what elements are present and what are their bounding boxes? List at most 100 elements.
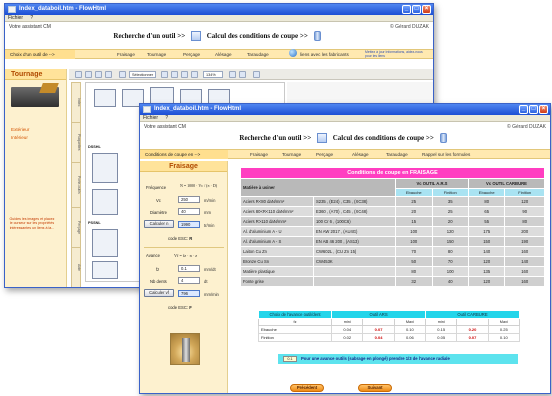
calculate-vf-button[interactable]: Calculer vf bbox=[144, 289, 174, 297]
page-icon[interactable] bbox=[239, 71, 246, 78]
code-label-1-text: code bbox=[168, 236, 178, 241]
nav-fraisage[interactable]: Fraisage bbox=[250, 150, 268, 159]
tool-catalog-icon[interactable] bbox=[190, 31, 201, 42]
feed-row: Finition 0.02 0.04 0.06 0.05 0.07 0.10 bbox=[257, 333, 521, 342]
table-cell: EN AB 46 200 , (AS13) bbox=[312, 236, 397, 247]
n-result: 1990 bbox=[178, 221, 200, 228]
vtab-percage[interactable]: Perçage bbox=[72, 208, 81, 248]
globe-icon[interactable] bbox=[289, 49, 297, 57]
front-window: Index_databoil.htm - FlowHtml _ □ × Fich… bbox=[139, 103, 551, 394]
manufacturers-link[interactable]: liens avec les fabricants bbox=[300, 50, 349, 59]
carbide-maxi: Maxi bbox=[487, 318, 521, 326]
cylinder-icon[interactable] bbox=[313, 31, 321, 42]
update-note[interactable]: Mettez à jour Informations, aidez-nous p… bbox=[365, 50, 429, 58]
menu-fichier[interactable]: Fichier bbox=[143, 115, 158, 121]
table-cell: 140 bbox=[504, 256, 545, 267]
previous-button[interactable]: Précédent bbox=[290, 384, 324, 392]
next-button[interactable]: Suivant bbox=[358, 384, 392, 392]
nav-percage[interactable]: Perçage bbox=[183, 50, 200, 59]
feed-cell: 0.20 bbox=[456, 325, 489, 334]
carbide-tool-header: Outil CARBURE bbox=[425, 310, 520, 319]
material-header: Matière à usiner bbox=[239, 178, 397, 197]
feed-row: Ebauche 0.04 0.07 0.10 0.15 0.20 0.25 bbox=[257, 325, 521, 334]
feed-cell: Finition bbox=[257, 333, 333, 342]
fit-width-icon[interactable] bbox=[191, 71, 198, 78]
teeth-label: Nb dents bbox=[150, 279, 167, 284]
nav-taraudage[interactable]: Taraudage bbox=[247, 50, 269, 59]
ars-header: Vc OUTIL A.R.S bbox=[395, 178, 469, 189]
menu-help[interactable]: ? bbox=[165, 115, 168, 121]
nav-fraisage[interactable]: Fraisage bbox=[117, 50, 135, 59]
vtab-porte-outils[interactable]: Porte-outils bbox=[72, 163, 81, 208]
minimize-icon[interactable]: _ bbox=[519, 105, 528, 114]
fit-page-icon[interactable] bbox=[181, 71, 188, 78]
maximize-icon[interactable]: □ bbox=[529, 105, 538, 114]
hand-icon[interactable] bbox=[119, 71, 126, 78]
side-link-interieur[interactable]: Intérieur bbox=[11, 135, 28, 140]
vtab-index[interactable]: Index bbox=[72, 83, 81, 123]
feed-cell: 0.25 bbox=[487, 325, 521, 334]
milling-conditions-table: Conditions de coupe en FRAISAGE Matière … bbox=[239, 167, 546, 287]
table-cell: 70 bbox=[431, 256, 469, 267]
assistant-link[interactable]: Votre assistant CM bbox=[9, 24, 51, 30]
ars-maxi: Maxi bbox=[393, 318, 427, 326]
nav-percage[interactable]: Perçage bbox=[316, 150, 333, 159]
back-title-bar: Index_databoil.htm - FlowHtml _ □ × bbox=[5, 4, 433, 15]
back-sidebar-title: Tournage bbox=[5, 69, 66, 80]
nav-alesage[interactable]: Alésage bbox=[215, 50, 232, 59]
freq-label: Fréquence bbox=[146, 185, 167, 190]
nav-tournage[interactable]: Tournage bbox=[282, 150, 301, 159]
carbide-spacer bbox=[456, 318, 489, 326]
table-cell: 200 bbox=[504, 226, 545, 237]
fz-input[interactable]: 0.1 bbox=[178, 265, 200, 272]
avance-formula: Vf = fz · n · z bbox=[174, 253, 198, 258]
n-unit: tr/min bbox=[204, 223, 215, 228]
zoom-value: 134% bbox=[206, 73, 216, 77]
side-link-exterieur[interactable]: Extérieur bbox=[11, 127, 29, 132]
nav-taraudage[interactable]: Taraudage bbox=[386, 150, 408, 159]
copy-icon[interactable] bbox=[105, 71, 112, 78]
table-row: Al. d'aluminium A - S EN AB 46 200 , (AS1… bbox=[240, 236, 545, 247]
assistant-link[interactable]: Votre assistant CM bbox=[144, 124, 186, 130]
select-tool-button[interactable]: Sélectionner bbox=[129, 71, 157, 78]
maximize-icon[interactable]: □ bbox=[412, 5, 421, 14]
tool-search-link[interactable]: Recherche d'un outil >> bbox=[113, 32, 185, 40]
rotate-icon[interactable] bbox=[229, 71, 236, 78]
plunge-feed-input[interactable]: 0.1 bbox=[283, 355, 297, 362]
save-icon[interactable] bbox=[95, 71, 102, 78]
sub-finition-ars: Finition bbox=[431, 188, 469, 197]
menu-help[interactable]: ? bbox=[30, 15, 33, 21]
teeth-input[interactable]: 4 bbox=[178, 277, 200, 284]
close-icon[interactable]: × bbox=[422, 5, 431, 14]
open-icon[interactable] bbox=[75, 71, 82, 78]
close-icon[interactable]: × bbox=[539, 105, 548, 114]
menu-fichier[interactable]: Fichier bbox=[8, 15, 23, 21]
table-cell: 150 bbox=[467, 236, 506, 247]
cutting-conditions-link[interactable]: Calcul des conditions de coupe >> bbox=[207, 32, 308, 40]
calculate-n-button[interactable]: Calculer n bbox=[144, 220, 174, 228]
zoom-in-icon[interactable] bbox=[161, 71, 168, 78]
nav-formulas[interactable]: Rappel sur les formules bbox=[422, 150, 470, 159]
vc-input[interactable]: 250 bbox=[178, 196, 200, 203]
table-cell: Laiton Cu Zn bbox=[240, 246, 314, 257]
vtab-aide[interactable]: Aide bbox=[72, 248, 81, 287]
cutting-conditions-link[interactable]: Calcul des conditions de coupe >> bbox=[333, 134, 434, 142]
front-menu-bar: Fichier ? bbox=[140, 115, 550, 122]
tool-search-link[interactable]: Recherche d'un outil >> bbox=[239, 134, 311, 142]
nav-alesage[interactable]: Alésage bbox=[352, 150, 369, 159]
feed-cell: 0.07 bbox=[456, 333, 489, 342]
zoom-select[interactable]: 134% bbox=[203, 71, 223, 78]
nav-tournage[interactable]: Tournage bbox=[147, 50, 166, 59]
insert-drawing-9 bbox=[92, 261, 118, 279]
zoom-out-icon[interactable] bbox=[171, 71, 178, 78]
cylinder-icon[interactable] bbox=[439, 133, 447, 144]
minimize-icon[interactable]: _ bbox=[402, 5, 411, 14]
select-label: Sélectionner bbox=[132, 73, 154, 77]
tool-catalog-icon[interactable] bbox=[316, 133, 327, 144]
help-icon[interactable] bbox=[253, 71, 260, 78]
app-icon bbox=[8, 6, 16, 13]
diameter-input[interactable]: 40 bbox=[178, 208, 200, 215]
print-icon[interactable] bbox=[85, 71, 92, 78]
vtab-plaquettes[interactable]: Plaquettes bbox=[72, 123, 81, 163]
table-cell: EN AW 2017 , (AU4G) bbox=[312, 226, 397, 237]
